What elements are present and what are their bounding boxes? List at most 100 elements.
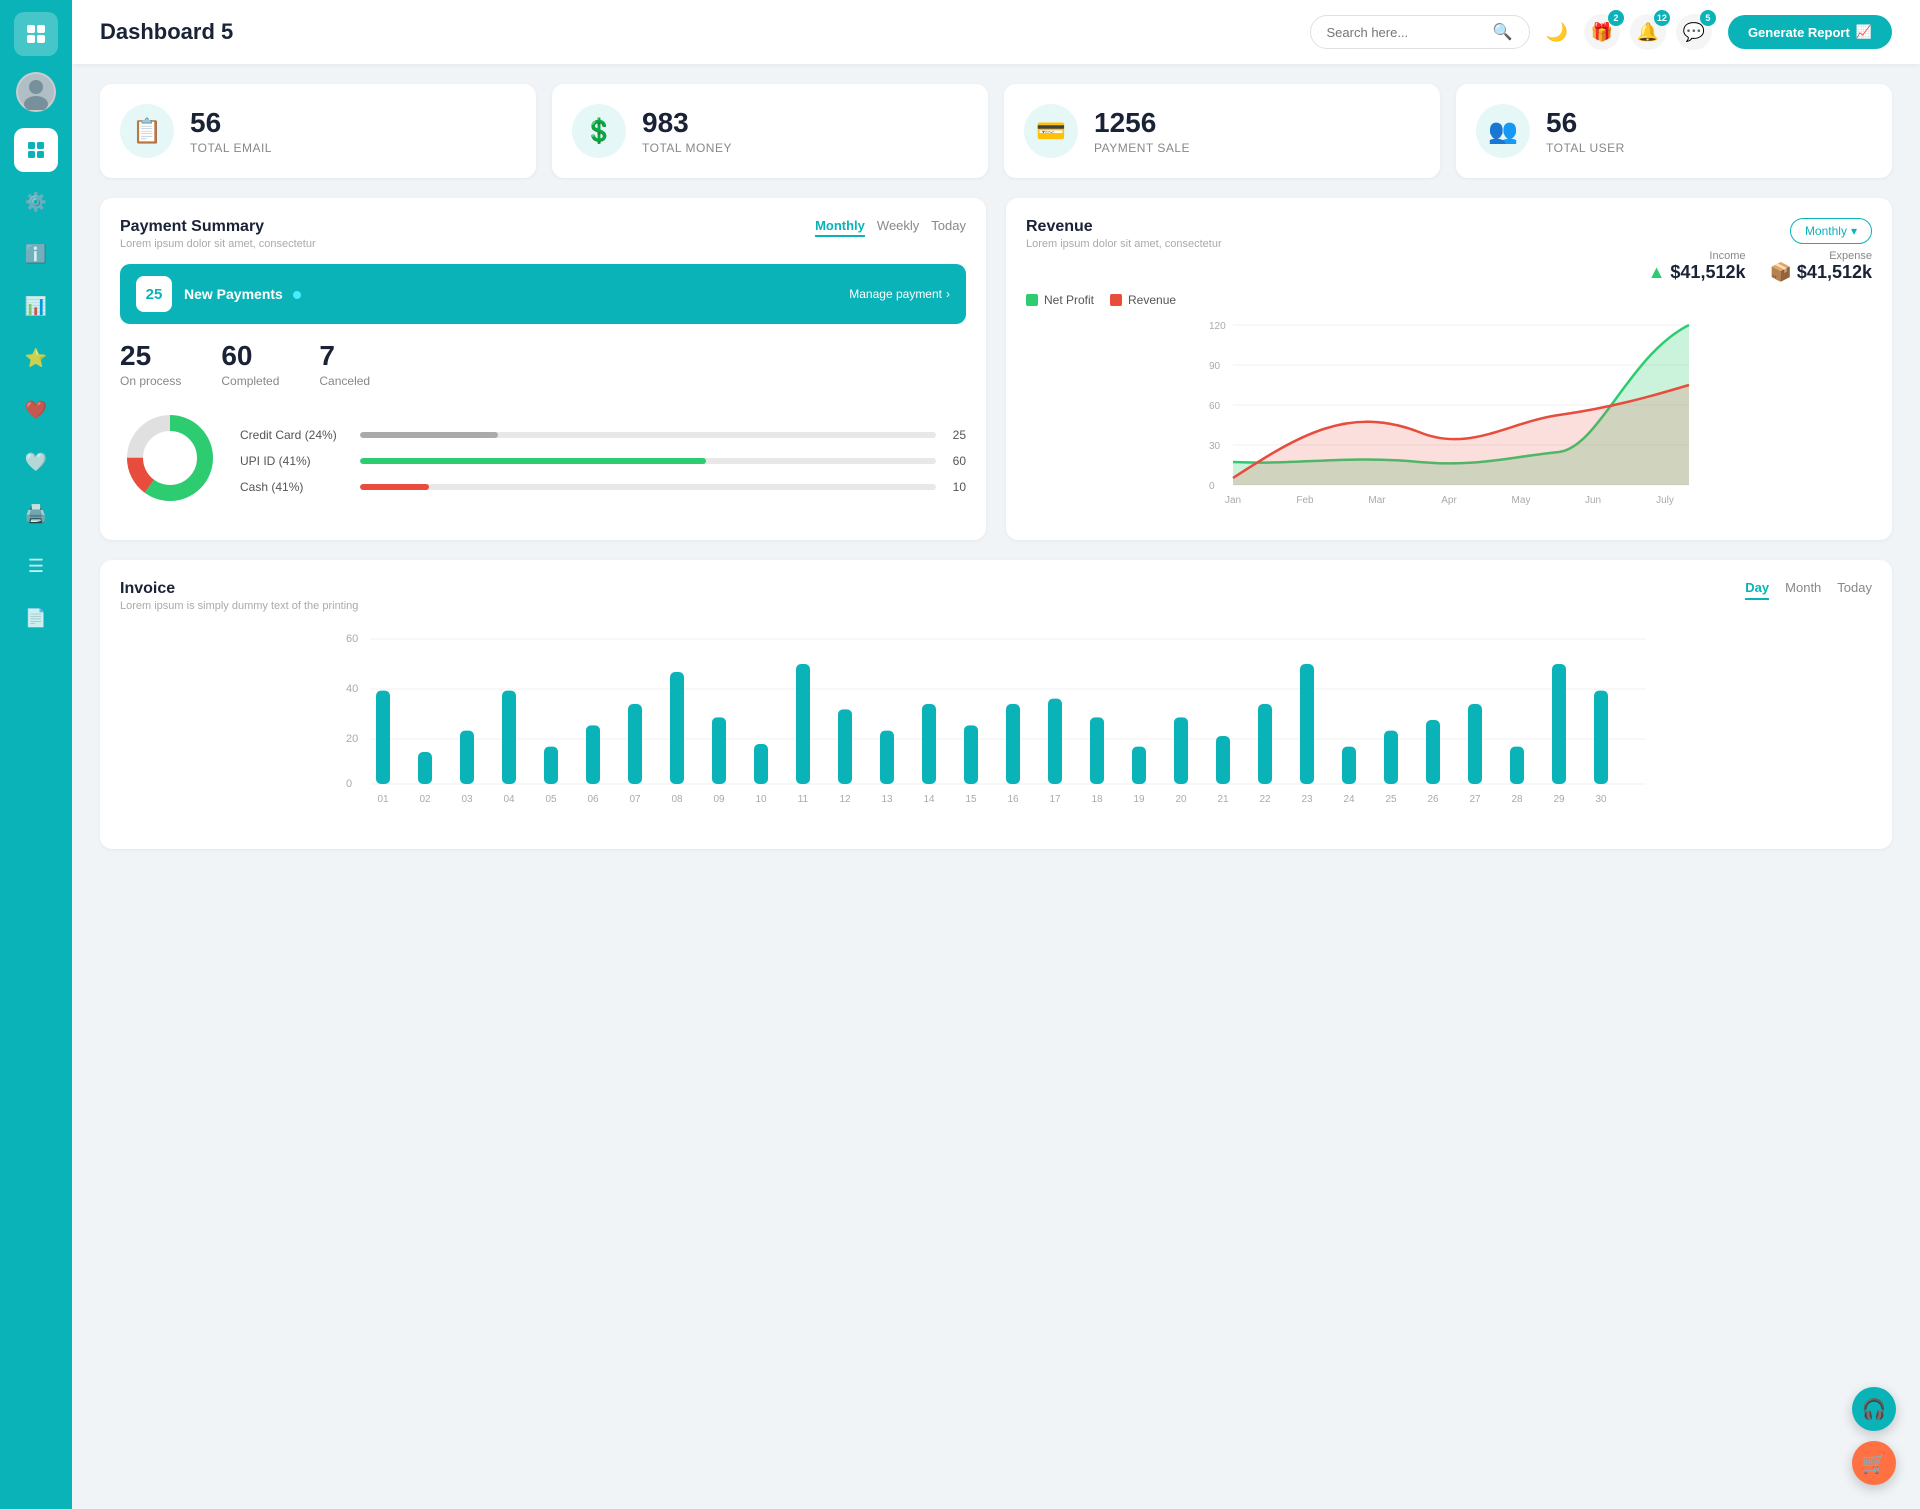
bar-14 — [964, 725, 978, 784]
bar-19 — [1174, 717, 1188, 784]
legend-label: Revenue — [1128, 293, 1176, 307]
bar-6 — [628, 704, 642, 784]
revenue-title-group: Revenue Lorem ipsum dolor sit amet, cons… — [1026, 218, 1222, 250]
manage-payment-link[interactable]: Manage payment › — [849, 287, 950, 301]
sidebar-item-dashboard[interactable] — [14, 128, 58, 172]
stat-number-money: 983 — [642, 107, 732, 139]
svg-text:13: 13 — [881, 794, 893, 805]
svg-text:July: July — [1656, 495, 1674, 506]
tab-weekly[interactable]: Weekly — [877, 218, 919, 237]
stat-info-money: 983 TOTAL MONEY — [642, 107, 732, 155]
sidebar-logo[interactable] — [14, 12, 58, 56]
svg-text:23: 23 — [1301, 794, 1313, 805]
legend-dot — [1110, 294, 1122, 306]
header-icons: 🎁 2 🔔 12 💬 5 — [1584, 14, 1712, 50]
bar-25 — [1426, 720, 1440, 784]
sidebar-item-heart2[interactable]: 🤍 — [14, 440, 58, 484]
sidebar-item-list[interactable]: ☰ — [14, 544, 58, 588]
svg-text:04: 04 — [503, 794, 515, 805]
svg-text:Feb: Feb — [1296, 495, 1314, 506]
sidebar-item-star[interactable]: ⭐ — [14, 336, 58, 380]
middle-row: Payment Summary Lorem ipsum dolor sit am… — [100, 198, 1892, 540]
bar-17 — [1090, 717, 1104, 784]
stat-item-on-process: 25 On process — [120, 340, 181, 388]
revenue-title: Revenue — [1026, 218, 1222, 236]
svg-text:02: 02 — [419, 794, 431, 805]
bar-7 — [670, 672, 684, 784]
main-content: Dashboard 5 🔍 🌙 🎁 2 🔔 12 💬 5 Generate Re… — [72, 0, 1920, 1509]
sidebar-item-chart[interactable]: 📊 — [14, 284, 58, 328]
search-box[interactable]: 🔍 — [1310, 15, 1530, 49]
invoice-tab-today[interactable]: Today — [1837, 580, 1872, 600]
stat-card-payment: 💳 1256 PAYMENT SALE — [1004, 84, 1440, 178]
invoice-tab-month[interactable]: Month — [1785, 580, 1821, 600]
revenue-card: Revenue Lorem ipsum dolor sit amet, cons… — [1006, 198, 1892, 540]
tab-today[interactable]: Today — [931, 218, 966, 237]
sidebar-item-info[interactable]: ℹ️ — [14, 232, 58, 276]
pm-bar-bg — [360, 432, 936, 438]
sidebar-item-heart[interactable]: ❤️ — [14, 388, 58, 432]
sidebar-avatar[interactable] — [16, 72, 56, 112]
invoice-title-group: Invoice Lorem ipsum is simply dummy text… — [120, 580, 358, 612]
stat-icon-payment: 💳 — [1024, 104, 1078, 158]
invoice-header: Invoice Lorem ipsum is simply dummy text… — [120, 580, 1872, 612]
bar-1 — [418, 752, 432, 784]
header: Dashboard 5 🔍 🌙 🎁 2 🔔 12 💬 5 Generate Re… — [72, 0, 1920, 64]
sidebar-item-doc[interactable]: 📄 — [14, 596, 58, 640]
stat-number-user: 56 — [1546, 107, 1625, 139]
stat-item-canceled: 7 Canceled — [319, 340, 370, 388]
bar-22 — [1300, 664, 1314, 784]
invoice-tab-day[interactable]: Day — [1745, 580, 1769, 600]
expense-item: Expense 📦 $41,512k — [1769, 250, 1872, 283]
bar-13 — [922, 704, 936, 784]
bar-9 — [754, 744, 768, 784]
stat-icon-money: 💲 — [572, 104, 626, 158]
legend-dot — [1026, 294, 1038, 306]
support-fab[interactable]: 🎧 — [1852, 1387, 1896, 1431]
svg-text:14: 14 — [923, 794, 935, 805]
gift-icon-btn[interactable]: 🎁 2 — [1584, 14, 1620, 50]
stat-card-email: 📋 56 TOTAL EMAIL — [100, 84, 536, 178]
svg-text:30: 30 — [1209, 441, 1221, 452]
stat-info-user: 56 TOTAL USER — [1546, 107, 1625, 155]
search-input[interactable] — [1327, 25, 1485, 40]
pm-bar — [360, 432, 498, 438]
payment-stats-row: 25 On process 60 Completed 7 Canceled — [120, 340, 966, 388]
generate-label: Generate Report — [1748, 25, 1850, 40]
stat-item-completed: 60 Completed — [221, 340, 279, 388]
svg-text:16: 16 — [1007, 794, 1019, 805]
bar-23 — [1342, 747, 1356, 784]
pm-val: 60 — [946, 454, 966, 468]
chat-icon-btn[interactable]: 💬 5 — [1676, 14, 1712, 50]
income-label: Income — [1648, 250, 1746, 262]
gift-badge: 2 — [1608, 10, 1624, 26]
svg-text:May: May — [1512, 495, 1531, 506]
expense-value: 📦 $41,512k — [1769, 262, 1872, 283]
svg-text:0: 0 — [346, 778, 352, 790]
cart-fab[interactable]: 🛒 — [1852, 1441, 1896, 1485]
generate-report-button[interactable]: Generate Report 📈 — [1728, 15, 1892, 49]
sidebar-item-settings[interactable]: ⚙️ — [14, 180, 58, 224]
payment-summary-header: Payment Summary Lorem ipsum dolor sit am… — [120, 218, 966, 250]
legend-item: Net Profit — [1026, 293, 1094, 307]
stat-card-money: 💲 983 TOTAL MONEY — [552, 84, 988, 178]
revenue-monthly-btn[interactable]: Monthly ▾ — [1790, 218, 1872, 244]
revenue-subtitle: Lorem ipsum dolor sit amet, consectetur — [1026, 238, 1222, 250]
theme-toggle[interactable]: 🌙 — [1546, 22, 1568, 43]
stat-icon-email: 📋 — [120, 104, 174, 158]
svg-text:08: 08 — [671, 794, 683, 805]
pm-bar-bg — [360, 458, 936, 464]
bar-28 — [1552, 664, 1566, 784]
sidebar-item-print[interactable]: 🖨️ — [14, 492, 58, 536]
svg-text:20: 20 — [346, 733, 358, 745]
svg-text:06: 06 — [587, 794, 599, 805]
np-count: 25 — [136, 276, 172, 312]
tab-monthly[interactable]: Monthly — [815, 218, 865, 237]
invoice-tabs: Day Month Today — [1745, 580, 1872, 600]
bell-icon-btn[interactable]: 🔔 12 — [1630, 14, 1666, 50]
np-label: New Payments — [184, 286, 301, 302]
bell-badge: 12 — [1654, 10, 1670, 26]
bar-18 — [1132, 747, 1146, 784]
svg-text:25: 25 — [1385, 794, 1397, 805]
income-expense-row: Income ▲ $41,512k Expense 📦 $41,512k — [1026, 250, 1872, 283]
